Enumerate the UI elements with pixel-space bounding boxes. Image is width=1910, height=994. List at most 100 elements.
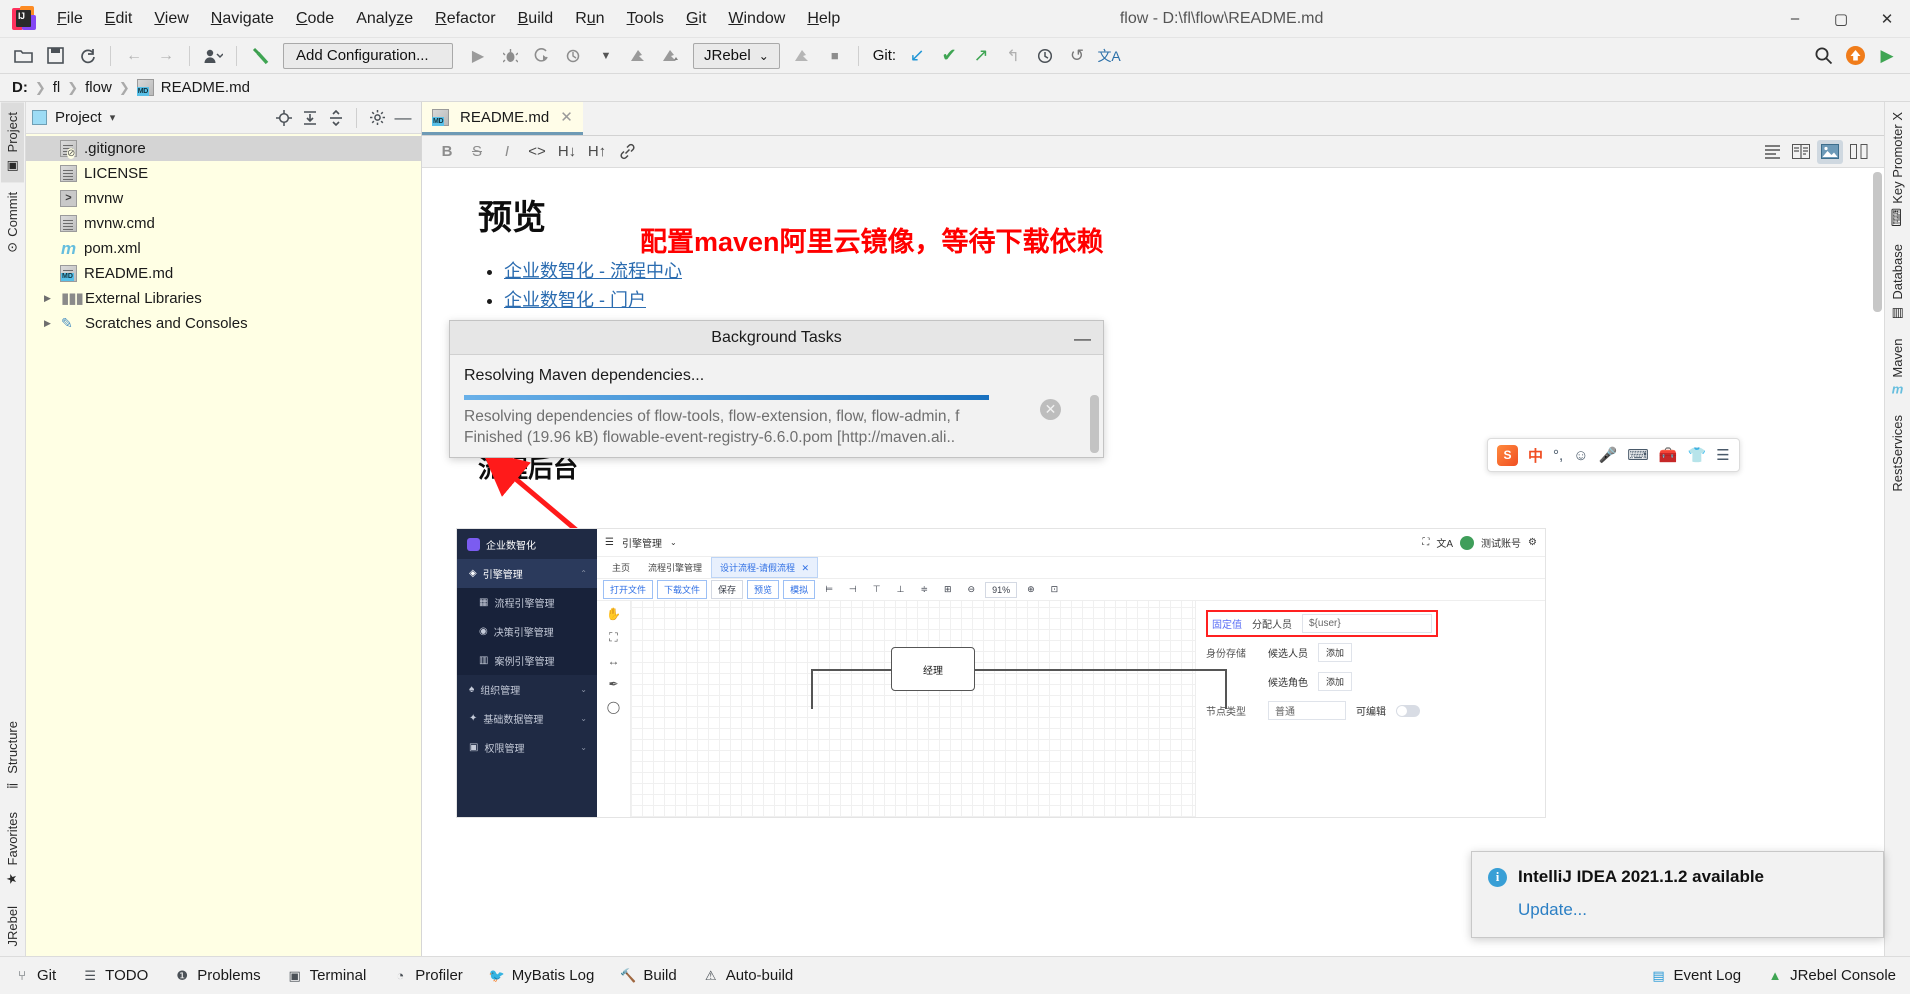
sidebar-item-commit[interactable]: ⊙ Commit — [1, 182, 24, 263]
fullscreen-icon[interactable]: ⛶ — [1422, 537, 1429, 548]
preview-link-0[interactable]: 企业数智化 - 流程中心 — [504, 261, 682, 281]
menu-window[interactable]: Window — [717, 6, 796, 32]
status-item-build[interactable]: 🔨 Build — [620, 967, 676, 984]
git-push-icon[interactable]: ↗ — [966, 42, 996, 70]
embedded-tab-process-engine[interactable]: 流程引擎管理 — [639, 557, 711, 578]
updates-icon[interactable] — [1840, 42, 1870, 70]
close-icon[interactable]: ✕ — [802, 563, 810, 573]
locate-icon[interactable] — [272, 106, 296, 130]
embedded-save-button[interactable]: 保存 — [711, 580, 744, 599]
history-icon[interactable] — [1030, 42, 1060, 70]
align-center-icon[interactable]: ⊣ — [842, 582, 863, 597]
dialog-scrollbar[interactable] — [1090, 395, 1099, 453]
distribute-icon[interactable]: ⊥ — [890, 582, 911, 597]
hammer-icon[interactable] — [245, 42, 275, 70]
tree-item-mvnw[interactable]: > mvnw — [26, 186, 421, 211]
open-folder-icon[interactable] — [8, 42, 38, 70]
play-icon[interactable]: ▶ — [1872, 42, 1902, 70]
hamburger-icon[interactable]: ☰ — [605, 537, 614, 548]
hide-icon[interactable]: — — [391, 106, 415, 130]
chevron-right-icon[interactable]: ▶ — [44, 293, 54, 304]
sidebar-item-database[interactable]: ▤ Database — [1886, 234, 1909, 330]
menu-tools[interactable]: Tools — [616, 6, 675, 32]
status-item-mybatis-log[interactable]: 🐦 MyBatis Log — [489, 967, 595, 984]
collapse-all-icon[interactable] — [324, 106, 348, 130]
menu-navigate[interactable]: Navigate — [200, 6, 285, 32]
breadcrumb-item-3[interactable]: README.md — [161, 79, 250, 96]
bpmn-node-manager[interactable]: 经理 — [891, 647, 975, 691]
menu-refactor[interactable]: Refactor — [424, 6, 506, 32]
debug-icon[interactable] — [495, 42, 525, 70]
property-value[interactable]: ${user} — [1302, 614, 1432, 633]
embedded-tab-design-flow[interactable]: 设计流程-请假流程 ✕ — [711, 557, 819, 578]
cancel-task-button[interactable]: ✕ — [1040, 399, 1061, 420]
user-icon[interactable] — [198, 42, 228, 70]
zoom-in-icon[interactable]: ⊕ — [1021, 582, 1041, 597]
language-icon[interactable]: 文A — [1436, 535, 1453, 550]
circle-tool-icon[interactable]: ◯ — [607, 700, 620, 714]
embedded-bpmn-canvas[interactable]: 经理 — [631, 601, 1227, 817]
chevron-down-icon[interactable]: ▼ — [591, 42, 621, 70]
keyboard-icon[interactable]: ⌨ — [1627, 446, 1649, 464]
sync-icon[interactable] — [72, 42, 102, 70]
chevron-down-icon[interactable]: ▾ — [110, 111, 116, 124]
close-icon[interactable]: ✕ — [560, 108, 573, 126]
tree-item-pom-xml[interactable]: m pom.xml — [26, 236, 421, 261]
status-item-profiler[interactable]: ◔ Profiler — [392, 967, 462, 984]
embedded-menu-engine[interactable]: ◈ 引擎管理 ⌃ — [457, 559, 597, 588]
embedded-preview-button[interactable]: 预览 — [747, 580, 780, 599]
link-icon[interactable] — [614, 140, 640, 164]
tree-item-scratches-and-consoles[interactable]: ▶ ✎ Scratches and Consoles — [26, 311, 421, 336]
tree-item-gitignore[interactable]: .gitignore — [26, 136, 421, 161]
minimize-icon[interactable]: — — [1074, 329, 1091, 349]
jrebel-debug-icon[interactable] — [655, 42, 685, 70]
add-candidate-role-button[interactable]: 添加 — [1318, 672, 1353, 691]
gear-icon[interactable] — [365, 106, 389, 130]
menu-view[interactable]: View — [143, 6, 199, 32]
status-item-git[interactable]: ⑂ Git — [14, 967, 56, 984]
editor-and-preview-icon[interactable] — [1788, 140, 1814, 164]
undo-icon[interactable]: ↺ — [1062, 42, 1092, 70]
tree-item-mvnw-cmd[interactable]: mvnw.cmd — [26, 211, 421, 236]
jrebel-selector[interactable]: JRebel ⌄ — [693, 42, 780, 69]
preview-only-icon[interactable] — [1817, 139, 1843, 164]
jrebel-run-icon[interactable] — [623, 42, 653, 70]
align-right-icon[interactable]: ⊤ — [866, 582, 887, 597]
embedded-menu-case-engine[interactable]: ▥ 案例引擎管理 — [457, 646, 597, 675]
menu-file[interactable]: File — [46, 6, 94, 32]
expand-all-icon[interactable] — [298, 106, 322, 130]
menu-help[interactable]: Help — [796, 6, 851, 32]
menu-analyze[interactable]: Analyze — [345, 6, 424, 32]
sidebar-item-rest-services[interactable]: RestServices — [1886, 405, 1909, 502]
space-icon[interactable]: ≑ — [914, 582, 934, 597]
embedded-download-file-button[interactable]: 下载文件 — [657, 580, 708, 599]
breadcrumb-item-0[interactable]: D: — [12, 79, 28, 96]
editable-toggle[interactable] — [1396, 704, 1420, 717]
heading-down-button[interactable]: H↓ — [554, 140, 580, 164]
fit-icon[interactable]: ⊡ — [1044, 582, 1065, 597]
breadcrumb-item-1[interactable]: fl — [53, 79, 61, 96]
editor-only-icon[interactable] — [1759, 140, 1785, 164]
menu-build[interactable]: Build — [507, 6, 565, 32]
preview-link-1[interactable]: 企业数智化 - 门户 — [504, 290, 646, 310]
embedded-menu-basedata[interactable]: ✦ 基础数据管理 ⌄ — [457, 704, 597, 733]
gear-icon[interactable]: ⚙ — [1528, 537, 1537, 548]
embedded-tab-home[interactable]: 主页 — [603, 557, 639, 578]
embedded-simulate-button[interactable]: 模拟 — [783, 580, 816, 599]
navigate-back-icon[interactable]: ← — [119, 42, 149, 70]
run-icon[interactable]: ▶ — [463, 42, 493, 70]
split-icon[interactable] — [1846, 140, 1872, 164]
node-type-select[interactable]: 普通 — [1268, 701, 1346, 720]
embedded-menu-org[interactable]: ♠ 组织管理 ⌄ — [457, 675, 597, 704]
ime-punctuation-icon[interactable]: °, — [1553, 447, 1563, 464]
emoji-icon[interactable]: ☺ — [1573, 447, 1588, 464]
tree-item-external-libraries[interactable]: ▶ ▮▮▮ External Libraries — [26, 286, 421, 311]
status-item-event-log[interactable]: ▤ Event Log — [1651, 967, 1741, 984]
tree-item-readme-md[interactable]: MD README.md — [26, 261, 421, 286]
save-icon[interactable] — [40, 42, 70, 70]
minimize-button[interactable]: – — [1772, 0, 1818, 38]
status-item-problems[interactable]: ❶ Problems — [174, 967, 260, 984]
translate-icon[interactable]: 文A — [1094, 42, 1124, 70]
stop-icon[interactable]: ■ — [820, 42, 850, 70]
skin-icon[interactable]: 👕 — [1688, 446, 1707, 464]
